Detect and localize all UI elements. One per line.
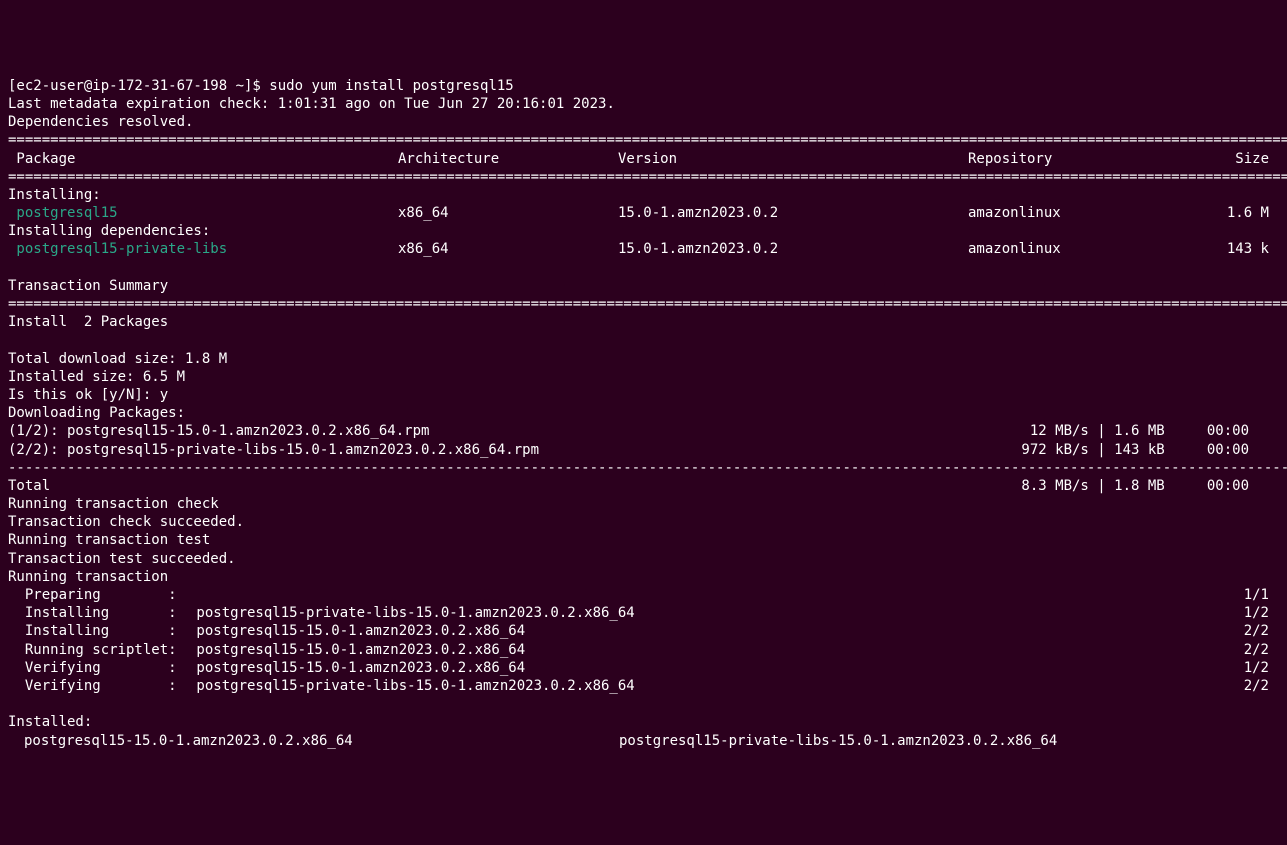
total-download-size: Total download size: 1.8 M bbox=[8, 351, 227, 367]
tx-progress: 1/1 bbox=[1229, 586, 1279, 604]
installed-label: Installed: bbox=[8, 714, 92, 730]
col-header-repo: Repository bbox=[968, 150, 1188, 168]
shell-prompt: [ec2-user@ip-172-31-67-198 ~]$ bbox=[8, 78, 269, 94]
download-stats: 972 kB/s | 143 kB 00:00 bbox=[989, 441, 1279, 459]
download-row: (2/2): postgresql15-private-libs-15.0-1.… bbox=[8, 441, 1279, 459]
table-header-row: PackageArchitectureVersionRepositorySize bbox=[8, 150, 1279, 168]
tx-package: postgresql15-15.0-1.amzn2023.0.2.x86_64 bbox=[188, 641, 1229, 659]
installing-deps-label: Installing dependencies: bbox=[8, 223, 210, 239]
col-header-version: Version bbox=[618, 150, 968, 168]
download-file: (2/2): postgresql15-private-libs-15.0-1.… bbox=[8, 441, 989, 459]
download-file: (1/2): postgresql15-15.0-1.amzn2023.0.2.… bbox=[8, 422, 989, 440]
deps-resolved-line: Dependencies resolved. bbox=[8, 114, 193, 130]
tx-step-row: Running scriptlet: postgresql15-15.0-1.a… bbox=[8, 641, 1279, 659]
divider-double: ========================================… bbox=[8, 296, 1287, 312]
metadata-line: Last metadata expiration check: 1:01:31 … bbox=[8, 96, 615, 112]
package-arch: x86_64 bbox=[398, 204, 618, 222]
tx-action: Running scriptlet: bbox=[8, 641, 188, 659]
total-label: Total bbox=[8, 477, 989, 495]
tx-progress: 1/2 bbox=[1229, 604, 1279, 622]
package-version: 15.0-1.amzn2023.0.2 bbox=[618, 240, 968, 258]
installed-size: Installed size: 6.5 M bbox=[8, 369, 185, 385]
tx-package: postgresql15-15.0-1.amzn2023.0.2.x86_64 bbox=[188, 622, 1229, 640]
tx-step-row: Verifying : postgresql15-15.0-1.amzn2023… bbox=[8, 659, 1279, 677]
tx-step-row: Preparing : 1/1 bbox=[8, 586, 1279, 604]
total-row: Total8.3 MB/s | 1.8 MB 00:00 bbox=[8, 477, 1279, 495]
tx-progress: 1/2 bbox=[1229, 659, 1279, 677]
confirm-prompt: Is this ok [y/N]: y bbox=[8, 387, 168, 403]
tx-status-line: Transaction test succeeded. bbox=[8, 551, 236, 567]
package-repo: amazonlinux bbox=[968, 240, 1188, 258]
divider-double: ========================================… bbox=[8, 132, 1287, 148]
downloading-label: Downloading Packages: bbox=[8, 405, 185, 421]
package-version: 15.0-1.amzn2023.0.2 bbox=[618, 204, 968, 222]
col-header-size: Size bbox=[1188, 150, 1279, 168]
tx-package: postgresql15-private-libs-15.0-1.amzn202… bbox=[188, 604, 1229, 622]
tx-progress: 2/2 bbox=[1229, 641, 1279, 659]
tx-status-line: Running transaction bbox=[8, 569, 168, 585]
tx-action: Installing : bbox=[8, 622, 188, 640]
package-size: 1.6 M bbox=[1188, 204, 1279, 222]
tx-status-line: Transaction check succeeded. bbox=[8, 514, 244, 530]
tx-package: postgresql15-private-libs-15.0-1.amzn202… bbox=[188, 677, 1229, 695]
package-name: postgresql15 bbox=[8, 204, 398, 222]
tx-action: Installing : bbox=[8, 604, 188, 622]
package-row: postgresql15x86_6415.0-1.amzn2023.0.2ama… bbox=[8, 204, 1279, 222]
tx-summary-label: Transaction Summary bbox=[8, 278, 168, 294]
col-header-arch: Architecture bbox=[398, 150, 618, 168]
tx-step-row: Installing : postgresql15-15.0-1.amzn202… bbox=[8, 622, 1279, 640]
install-count: Install 2 Packages bbox=[8, 314, 168, 330]
divider-double: ========================================… bbox=[8, 169, 1287, 185]
terminal-output[interactable]: [ec2-user@ip-172-31-67-198 ~]$ sudo yum … bbox=[8, 77, 1279, 750]
tx-status-line: Running transaction check bbox=[8, 496, 219, 512]
tx-progress: 2/2 bbox=[1229, 622, 1279, 640]
tx-action: Preparing : bbox=[8, 586, 188, 604]
installed-package: postgresql15-private-libs-15.0-1.amzn202… bbox=[619, 732, 1057, 750]
col-header-package: Package bbox=[8, 150, 398, 168]
tx-progress: 2/2 bbox=[1229, 677, 1279, 695]
command-text: sudo yum install postgresql15 bbox=[269, 78, 513, 94]
package-arch: x86_64 bbox=[398, 240, 618, 258]
tx-package bbox=[188, 586, 1229, 604]
package-repo: amazonlinux bbox=[968, 204, 1188, 222]
download-stats: 12 MB/s | 1.6 MB 00:00 bbox=[989, 422, 1279, 440]
installed-package: postgresql15-15.0-1.amzn2023.0.2.x86_64 bbox=[8, 732, 619, 750]
package-name: postgresql15-private-libs bbox=[8, 240, 398, 258]
tx-action: Verifying : bbox=[8, 677, 188, 695]
tx-action: Verifying : bbox=[8, 659, 188, 677]
tx-step-row: Installing : postgresql15-private-libs-1… bbox=[8, 604, 1279, 622]
total-stats: 8.3 MB/s | 1.8 MB 00:00 bbox=[989, 477, 1279, 495]
installing-label: Installing: bbox=[8, 187, 101, 203]
tx-package: postgresql15-15.0-1.amzn2023.0.2.x86_64 bbox=[188, 659, 1229, 677]
installed-packages-row: postgresql15-15.0-1.amzn2023.0.2.x86_64p… bbox=[8, 732, 1279, 750]
download-row: (1/2): postgresql15-15.0-1.amzn2023.0.2.… bbox=[8, 422, 1279, 440]
tx-status-line: Running transaction test bbox=[8, 532, 210, 548]
package-row: postgresql15-private-libsx86_6415.0-1.am… bbox=[8, 240, 1279, 258]
divider-dash: ----------------------------------------… bbox=[8, 460, 1287, 476]
tx-step-row: Verifying : postgresql15-private-libs-15… bbox=[8, 677, 1279, 695]
package-size: 143 k bbox=[1188, 240, 1279, 258]
